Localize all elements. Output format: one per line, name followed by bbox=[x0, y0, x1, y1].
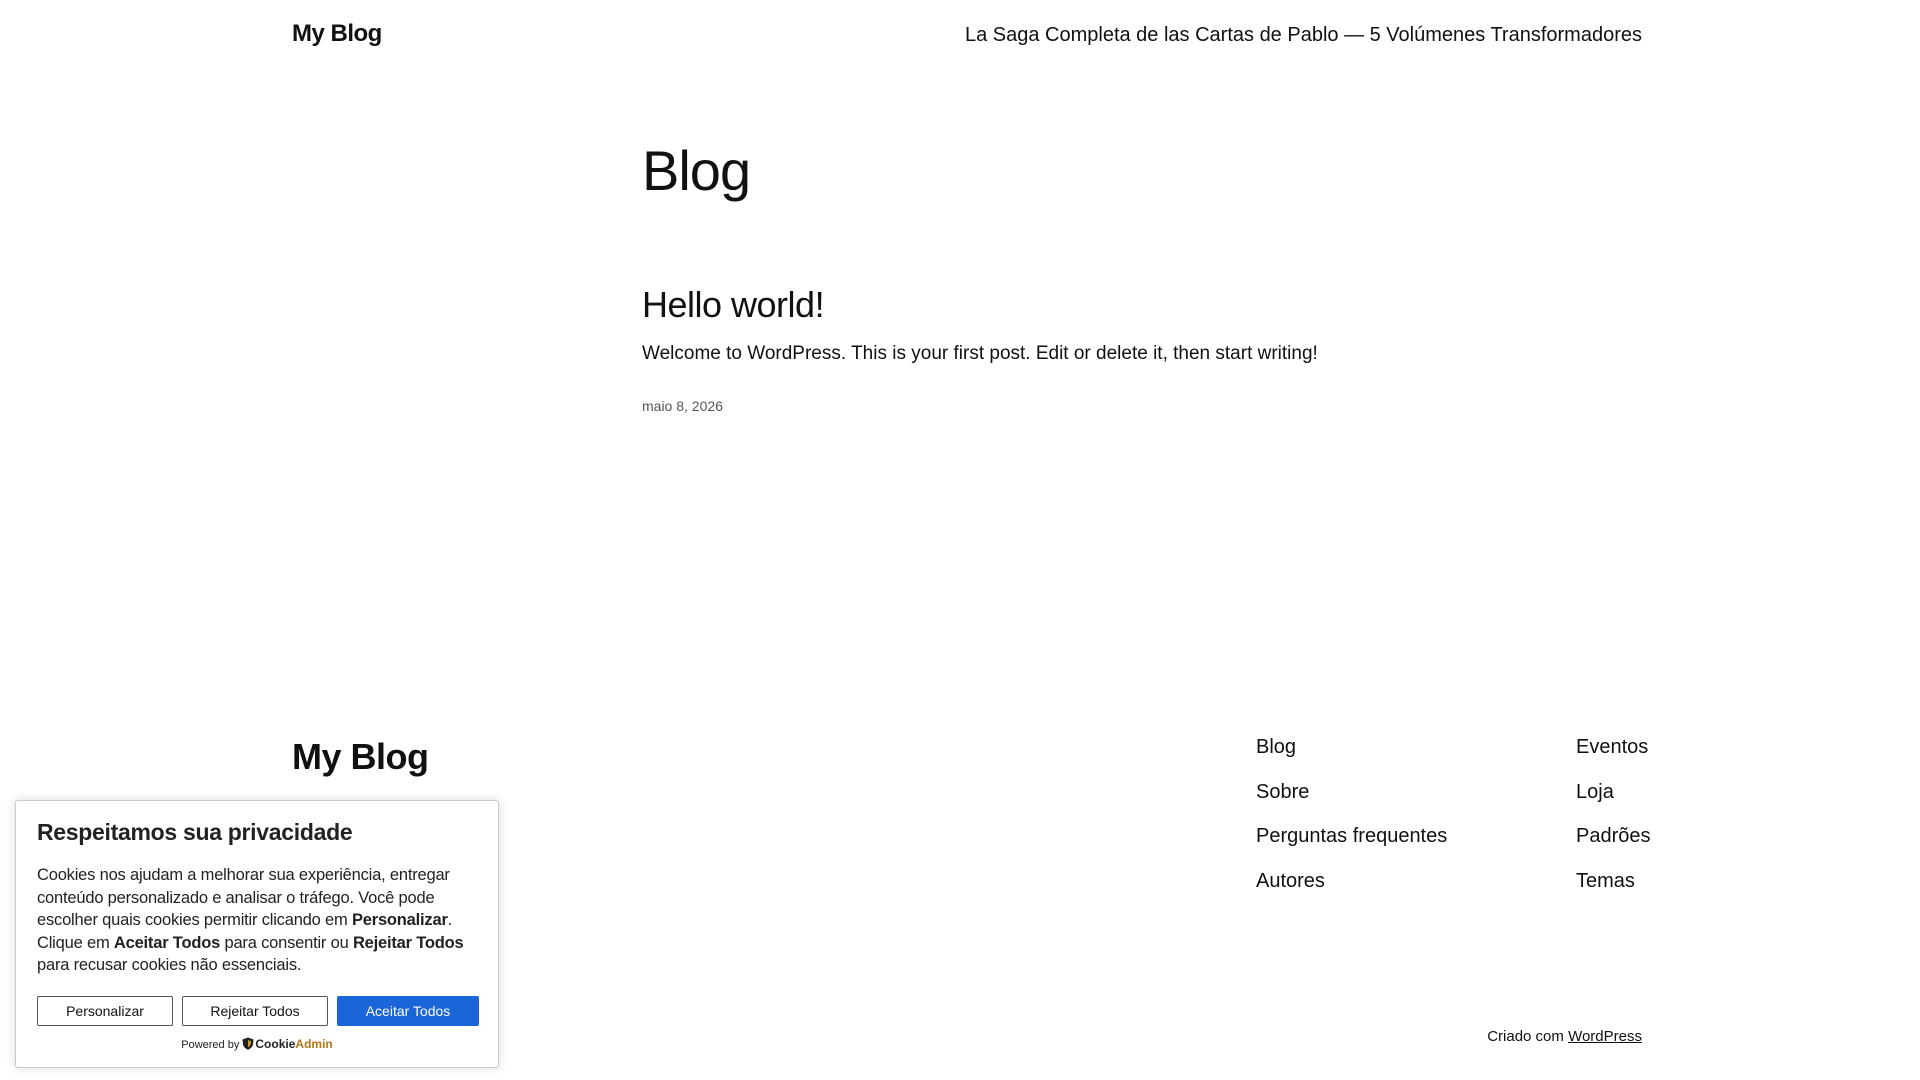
shield-icon bbox=[242, 1037, 254, 1050]
post-title-link[interactable]: Hello world! bbox=[642, 284, 825, 326]
post-excerpt: Welcome to WordPress. This is your first… bbox=[642, 343, 1318, 364]
footer-link-autores[interactable]: Autores bbox=[1256, 870, 1447, 915]
reject-all-button[interactable]: Rejeitar Todos bbox=[182, 996, 328, 1026]
powered-by-label: Powered by bbox=[181, 1039, 240, 1051]
footer-link-temas[interactable]: Temas bbox=[1576, 870, 1651, 915]
footer-nav-column-2: Eventos Loja Padrões Temas bbox=[1576, 736, 1651, 914]
wordpress-link[interactable]: WordPress bbox=[1568, 1028, 1642, 1045]
cookie-text-part: para recusar cookies não essenciais. bbox=[37, 956, 302, 974]
powered-by: Powered by CookieAdmin bbox=[16, 1037, 498, 1051]
accept-all-button[interactable]: Aceitar Todos bbox=[337, 996, 479, 1026]
post-date: maio 8, 2026 bbox=[642, 398, 723, 414]
site-title[interactable]: My Blog bbox=[292, 20, 382, 48]
footer-link-eventos[interactable]: Eventos bbox=[1576, 736, 1651, 781]
footer-credit: Criado com WordPress bbox=[1487, 1028, 1642, 1045]
cookie-consent-banner: Respeitamos sua privacidade Cookies nos … bbox=[15, 800, 499, 1068]
footer-site-title[interactable]: My Blog bbox=[292, 736, 429, 778]
cookie-text-reject: Rejeitar Todos bbox=[352, 933, 464, 952]
footer-link-padroes[interactable]: Padrões bbox=[1576, 825, 1651, 870]
cookie-description: Cookies nos ajudam a melhorar sua experi… bbox=[37, 864, 477, 977]
brand-name-accent: Admin bbox=[295, 1037, 333, 1051]
cookieadmin-logo[interactable]: CookieAdmin bbox=[242, 1037, 333, 1051]
cookie-text-customize: Personalizar bbox=[351, 911, 448, 929]
customize-button[interactable]: Personalizar bbox=[37, 996, 173, 1026]
brand-name-part: Cookie bbox=[255, 1037, 296, 1051]
footer-link-faq[interactable]: Perguntas frequentes bbox=[1256, 825, 1447, 870]
footer-link-sobre[interactable]: Sobre bbox=[1256, 781, 1447, 826]
footer-nav-column-1: Blog Sobre Perguntas frequentes Autores bbox=[1256, 736, 1447, 914]
footer-link-loja[interactable]: Loja bbox=[1576, 781, 1651, 826]
nav-link-saga[interactable]: La Saga Completa de las Cartas de Pablo … bbox=[965, 24, 1642, 47]
cookie-text-accept: Aceitar Todos bbox=[113, 933, 221, 952]
cookie-text-part: para consentir ou bbox=[220, 933, 353, 952]
page-title: Blog bbox=[642, 139, 751, 202]
footer-link-blog[interactable]: Blog bbox=[1256, 736, 1447, 781]
credit-prefix: Criado com bbox=[1487, 1028, 1564, 1045]
cookie-heading: Respeitamos sua privacidade bbox=[37, 819, 353, 845]
